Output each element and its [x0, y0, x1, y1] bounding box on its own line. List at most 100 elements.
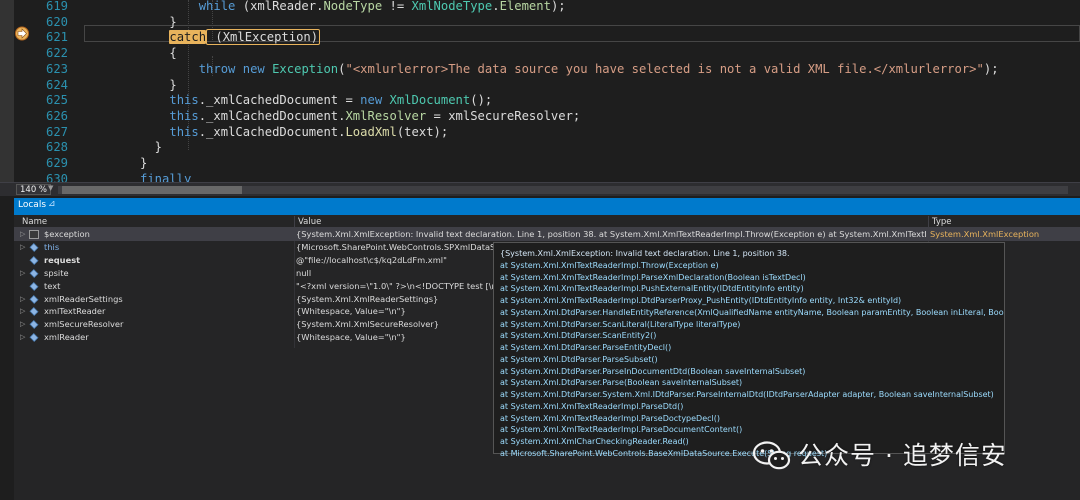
code-line[interactable]: 621 catch (XmlException) — [0, 29, 1080, 46]
line-number: 628 — [45, 140, 68, 155]
code-editor[interactable]: 619 while (xmlReader.NodeType != XmlNode… — [0, 0, 1080, 182]
variable-name: xmlTextReader — [44, 306, 106, 317]
locals-row-exception[interactable]: ▷ $exception {System.Xml.XmlException: Inv… — [14, 228, 1080, 241]
code-token: ._xmlCachedDocument. — [198, 124, 346, 139]
column-header-name[interactable]: Name — [22, 216, 47, 228]
variable-type: System.Xml.XmlException — [930, 229, 1040, 239]
column-divider[interactable] — [294, 216, 295, 228]
code-text: } — [140, 139, 162, 155]
expand-arrow-icon[interactable]: ▷ — [20, 241, 28, 254]
code-token: ._xmlCachedDocument = — [198, 93, 361, 108]
stack-trace-line: at System.Xml.DtdParser.ParseInDocumentD… — [500, 366, 806, 376]
zoom-level-dropdown[interactable]: 140 % — [16, 184, 52, 195]
code-text: this._xmlCachedDocument = new XmlDocumen… — [140, 92, 492, 108]
pin-icon[interactable]: ⊿ — [48, 199, 56, 209]
code-line[interactable]: 629} — [0, 155, 1080, 171]
variable-name: spsite — [44, 267, 69, 278]
code-token: (xmlReader. — [235, 0, 324, 13]
code-text: } — [140, 155, 147, 171]
locals-column-headers: Name Value Type — [14, 216, 1080, 228]
code-line[interactable]: 623 throw new Exception("<xmlurlerror>Th… — [0, 61, 1080, 77]
code-line[interactable]: 625 this._xmlCachedDocument = new XmlDoc… — [0, 92, 1080, 108]
line-number: 621 — [45, 30, 68, 45]
local-variable-icon — [29, 243, 39, 252]
code-token: = xmlSecureResolver; — [426, 108, 581, 123]
code-token: ._xmlCachedDocument. — [198, 108, 346, 123]
code-token: XmlDocument — [389, 93, 471, 108]
watermark-text: 公众号 · 追梦信安 — [798, 441, 1007, 470]
code-line[interactable]: 622 { — [0, 45, 1080, 61]
code-token: } — [140, 140, 163, 155]
local-variable-icon — [29, 307, 39, 317]
code-text: { — [140, 45, 177, 61]
expand-arrow-icon[interactable]: ▷ — [20, 318, 28, 331]
local-variable-icon — [29, 281, 39, 291]
code-token: { — [140, 46, 177, 61]
chevron-down-icon[interactable]: ▼ — [48, 184, 53, 192]
line-number: 627 — [45, 124, 68, 139]
code-text: catch (XmlException) — [140, 29, 321, 46]
column-header-value[interactable]: Value — [298, 216, 321, 228]
code-line[interactable]: 628 } — [0, 139, 1080, 155]
code-text: } — [140, 77, 177, 93]
code-token: new — [242, 61, 265, 76]
line-number: 630 — [45, 171, 68, 182]
code-token: ); — [983, 61, 999, 76]
code-token: while — [198, 0, 236, 13]
code-text: this._xmlCachedDocument.LoadXml(text); — [140, 124, 448, 140]
code-text: this._xmlCachedDocument.XmlResolver = xm… — [140, 108, 580, 124]
variable-name: xmlReader — [44, 332, 89, 343]
code-token: "<xmlurlerror>The data source you have s… — [345, 61, 984, 76]
stack-trace-line: at System.Xml.DtdParser.ScanEntity2() — [500, 331, 657, 341]
highlighted-keyword: catch — [169, 30, 207, 45]
code-token: LoadXml — [345, 124, 397, 139]
code-token: } — [140, 77, 177, 92]
code-token: NodeType — [323, 0, 383, 13]
code-line[interactable]: 624 } — [0, 77, 1080, 93]
column-header-type[interactable]: Type — [932, 216, 952, 228]
code-line[interactable]: 630 finally — [0, 171, 1080, 182]
code-token: ); — [550, 0, 566, 13]
scrollbar-thumb[interactable] — [62, 186, 242, 194]
code-token: XmlNodeType — [411, 0, 493, 13]
horizontal-scrollbar[interactable] — [58, 186, 1068, 194]
code-line[interactable]: 627 this._xmlCachedDocument.LoadXml(text… — [0, 124, 1080, 140]
variable-name: request — [44, 254, 81, 265]
locals-title-bar[interactable]: Locals ⊿ — [14, 198, 1080, 215]
expand-arrow-icon[interactable]: ▷ — [20, 331, 28, 344]
expand-arrow-icon[interactable]: ▷ — [20, 305, 28, 318]
code-token: finally — [140, 171, 192, 182]
code-text: finally — [140, 171, 191, 182]
stack-trace-line: at System.Xml.DtdParser.System.Xml.IDtdP… — [500, 390, 994, 399]
code-token: (text); — [396, 124, 449, 139]
variable-name: xmlReaderSettings — [44, 293, 123, 304]
local-variable-icon — [29, 333, 39, 343]
expand-arrow-icon[interactable]: ▷ — [20, 293, 28, 306]
code-token: this — [169, 108, 199, 123]
code-token: } — [140, 14, 177, 29]
watermark: 公众号 · 追梦信安 — [752, 436, 1052, 476]
code-token: new — [360, 93, 383, 108]
line-number: 625 — [45, 93, 68, 108]
code-text: throw new Exception("<xmlurlerror>The da… — [140, 61, 999, 77]
code-text: while (xmlReader.NodeType != XmlNodeType… — [140, 0, 566, 14]
variable-name: xmlSecureResolver — [44, 319, 124, 330]
code-line[interactable]: 620 } — [0, 14, 1080, 30]
column-divider[interactable] — [928, 216, 929, 228]
code-token: throw — [198, 61, 236, 76]
expand-arrow-icon[interactable]: ▷ — [20, 228, 28, 241]
variable-value[interactable]: {System.Xml.XmlException: Invalid text d… — [296, 228, 926, 241]
expand-arrow-icon[interactable]: ▷ — [20, 267, 28, 280]
code-token: Exception — [272, 61, 339, 76]
code-token: this — [169, 124, 199, 139]
code-line[interactable]: 626 this._xmlCachedDocument.XmlResolver … — [0, 108, 1080, 124]
code-line[interactable]: 619 while (xmlReader.NodeType != XmlNode… — [0, 0, 1080, 14]
